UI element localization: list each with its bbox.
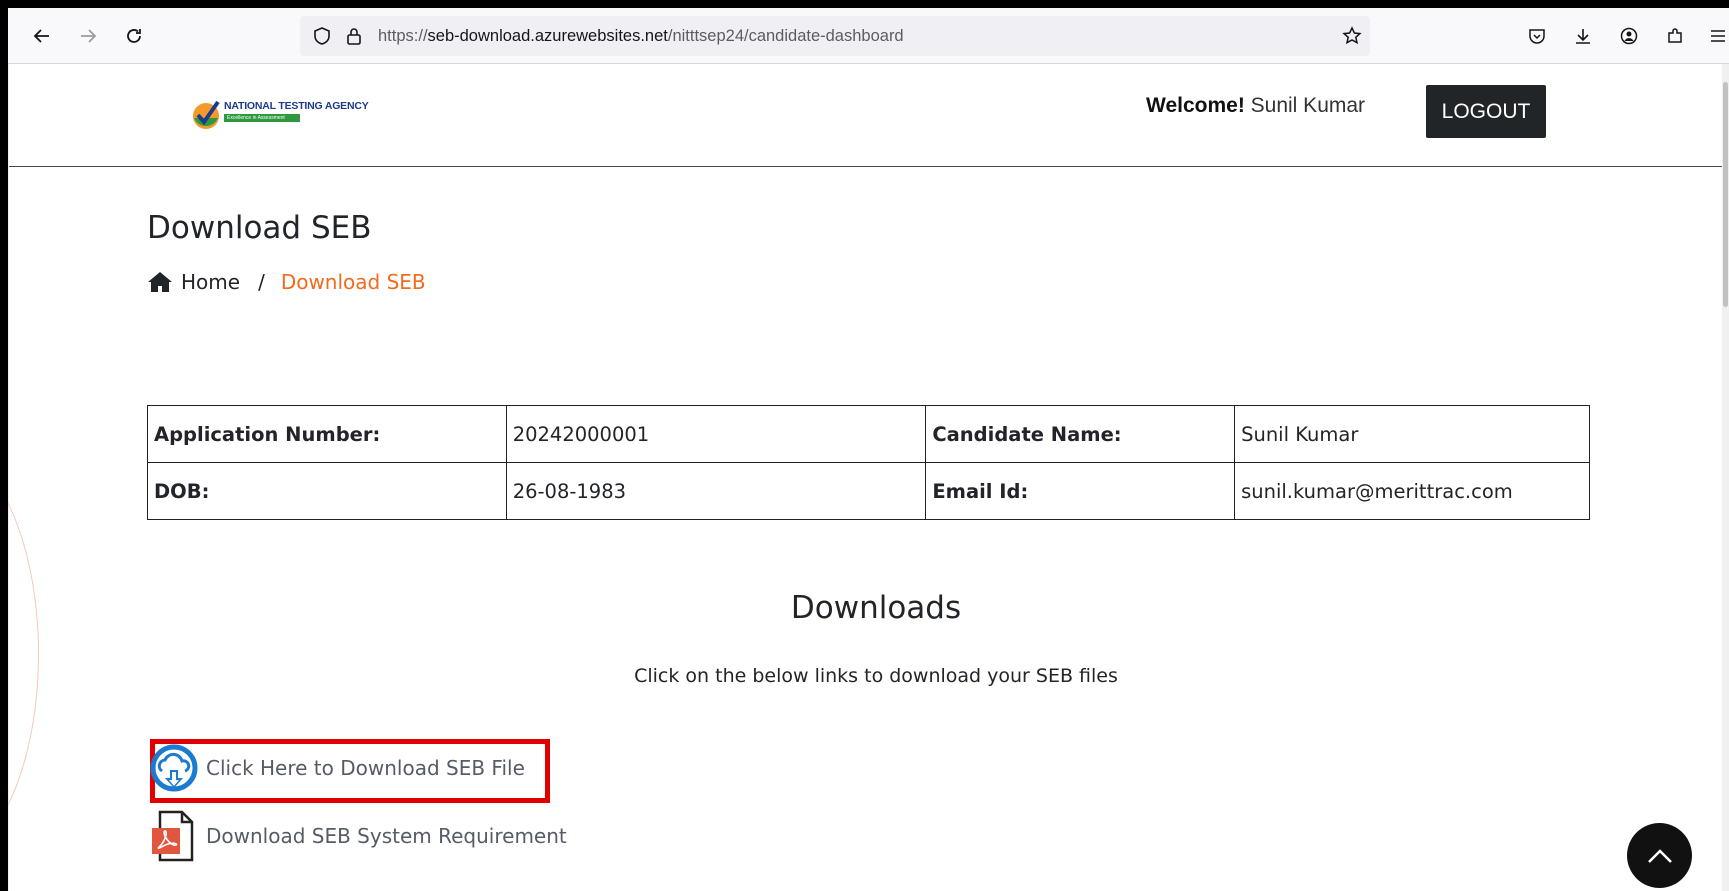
extensions-icon[interactable] xyxy=(1661,22,1689,50)
page-title: Download SEB xyxy=(147,210,372,246)
chevron-up-icon xyxy=(1647,848,1672,863)
bookmark-star-icon[interactable] xyxy=(1338,22,1366,50)
candidate-name-label: Candidate Name: xyxy=(925,405,1236,463)
breadcrumb-separator: / xyxy=(258,270,265,294)
back-icon[interactable] xyxy=(28,22,56,50)
download-seb-file-label[interactable]: Click Here to Download SEB File xyxy=(206,756,525,780)
logo-tagline: Excellence in Assessment xyxy=(224,114,300,122)
browser-toolbar: https://seb-download.azurewebsites.net/n… xyxy=(8,8,1729,64)
download-system-requirement-link[interactable]: Download SEB System Requirement xyxy=(150,810,567,862)
table-row: Application Number: 20242000001 Candidat… xyxy=(147,405,1590,463)
menu-icon[interactable] xyxy=(1704,22,1729,50)
decorative-arc xyxy=(8,444,39,864)
user-name: Sunil Kumar xyxy=(1250,94,1366,117)
site-header: NATIONAL TESTING AGENCY Excellence in As… xyxy=(9,64,1722,167)
download-seb-file-link[interactable]: Click Here to Download SEB File xyxy=(150,744,525,792)
breadcrumb-home[interactable]: Home xyxy=(181,270,240,294)
dob-label: DOB: xyxy=(147,462,507,520)
checkmark-logo-icon xyxy=(193,100,220,129)
downloads-subtitle: Click on the below links to download you… xyxy=(634,665,1118,687)
pocket-icon[interactable] xyxy=(1523,22,1551,50)
dob-value: 26-08-1983 xyxy=(505,462,927,520)
scroll-to-top-button[interactable] xyxy=(1627,823,1692,888)
forward-icon[interactable] xyxy=(74,22,102,50)
candidate-info-table: Application Number: 20242000001 Candidat… xyxy=(147,405,1590,520)
url-text[interactable]: https://seb-download.azurewebsites.net/n… xyxy=(378,27,904,46)
downloads-icon[interactable] xyxy=(1569,22,1597,50)
application-number-value: 20242000001 xyxy=(505,405,927,463)
tracking-shield-icon[interactable] xyxy=(308,22,336,50)
welcome-message: Welcome! Sunil Kumar xyxy=(1146,94,1365,118)
application-number-label: Application Number: xyxy=(147,405,507,463)
page-scrollbar[interactable] xyxy=(1722,64,1729,891)
pdf-file-icon xyxy=(152,810,194,862)
logout-button[interactable]: LOGOUT xyxy=(1426,85,1546,138)
table-row: DOB: 26-08-1983 Email Id: sunil.kumar@me… xyxy=(147,462,1590,520)
lock-icon[interactable] xyxy=(340,22,368,50)
nta-logo[interactable]: NATIONAL TESTING AGENCY Excellence in As… xyxy=(192,94,369,138)
download-system-requirement-label[interactable]: Download SEB System Requirement xyxy=(206,824,567,848)
page-content: NATIONAL TESTING AGENCY Excellence in As… xyxy=(8,64,1722,891)
cloud-download-icon xyxy=(150,744,198,792)
browser-window: https://seb-download.azurewebsites.net/n… xyxy=(8,8,1729,891)
account-icon[interactable] xyxy=(1615,22,1643,50)
candidate-name-value: Sunil Kumar xyxy=(1234,405,1590,463)
welcome-label: Welcome! xyxy=(1146,94,1245,117)
logo-text: NATIONAL TESTING AGENCY xyxy=(224,100,369,112)
breadcrumb-current: Download SEB xyxy=(280,270,426,294)
scrollbar-thumb[interactable] xyxy=(1723,82,1728,307)
home-icon xyxy=(148,272,172,292)
email-label: Email Id: xyxy=(925,462,1236,520)
email-value: sunil.kumar@merittrac.com xyxy=(1234,462,1590,520)
breadcrumb: Home / Download SEB xyxy=(147,270,426,294)
downloads-heading: Downloads xyxy=(790,590,962,626)
reload-icon[interactable] xyxy=(120,22,148,50)
